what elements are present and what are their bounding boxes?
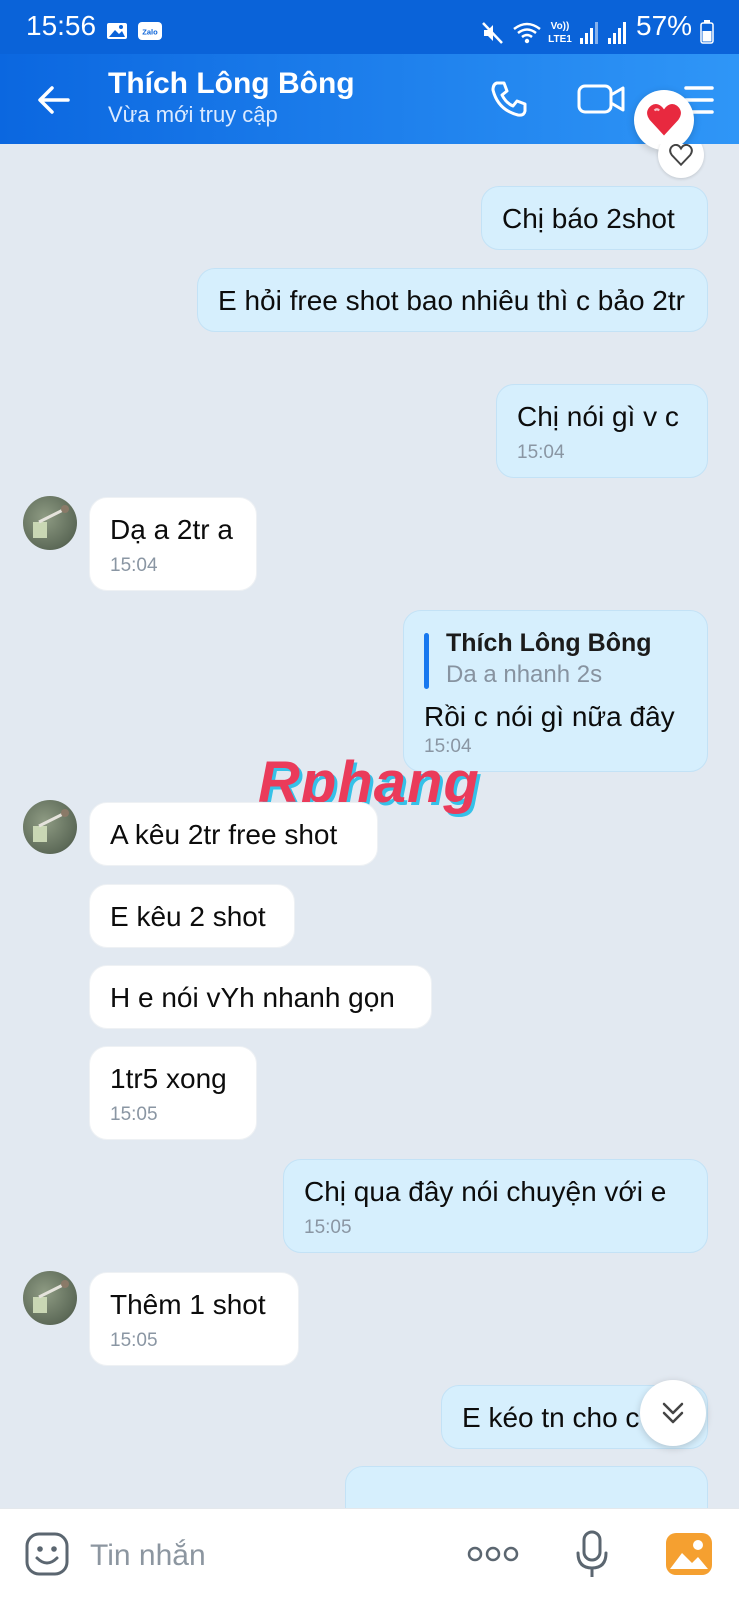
- contact-avatar[interactable]: [23, 496, 77, 550]
- message-bubble-incoming[interactable]: A kêu 2tr free shot: [89, 802, 378, 866]
- message-bubble-outgoing[interactable]: E hỏi free shot bao nhiêu thì c bảo 2tr: [197, 268, 708, 332]
- message-bubble-outgoing-reply[interactable]: Thích Lông Bông Da a nhanh 2s Rồi c nói …: [403, 610, 708, 772]
- svg-text:LTE1: LTE1: [548, 34, 572, 45]
- message-text: Rồi c nói gì nữa đây: [424, 701, 675, 732]
- message-bubble-incoming[interactable]: E kêu 2 shot: [89, 884, 295, 948]
- zalo-icon: Zalo: [138, 22, 162, 40]
- message-input-bar: [0, 1508, 739, 1601]
- reaction-button[interactable]: [658, 144, 704, 178]
- message-text: Chị nói gì v c: [517, 401, 679, 432]
- message-text: E kêu 2 shot: [110, 901, 266, 932]
- quote-text: Da a nhanh 2s: [446, 661, 603, 688]
- message-bubble-incoming[interactable]: Thêm 1 shot 15:05: [89, 1272, 299, 1366]
- message-bubble-outgoing[interactable]: [345, 1466, 708, 1508]
- battery-percent: 57%: [636, 10, 693, 41]
- message-bubble-incoming[interactable]: Dạ a 2tr a 15:04: [89, 497, 257, 591]
- status-bar: 15:56 Zalo Vo)) LTE1 57%: [0, 0, 739, 54]
- battery-icon: [700, 20, 714, 44]
- message-text: Chị qua đây nói chuyện với e: [304, 1176, 667, 1207]
- contact-name[interactable]: Thích Lông Bông: [108, 66, 355, 102]
- mute-icon: [482, 22, 503, 44]
- svg-text:Vo)): Vo)): [551, 21, 570, 32]
- message-text: E hỏi free shot bao nhiêu thì c bảo 2tr: [218, 285, 685, 316]
- avatar-image: [33, 1280, 69, 1313]
- status-time: 15:56: [26, 10, 97, 41]
- message-input[interactable]: [88, 1531, 422, 1581]
- contact-avatar[interactable]: [23, 800, 77, 854]
- svg-text:Zalo: Zalo: [142, 28, 158, 37]
- message-text: E kéo tn cho c: [462, 1402, 640, 1433]
- message-time: 15:04: [517, 442, 565, 463]
- contact-avatar[interactable]: [23, 1271, 77, 1325]
- message-bubble-incoming[interactable]: H e nói vYh nhanh gọn: [89, 965, 432, 1029]
- message-bubble-incoming[interactable]: 1tr5 xong 15:05: [89, 1046, 257, 1140]
- heart-react-button[interactable]: [634, 90, 694, 150]
- more-options-icon[interactable]: [466, 1543, 520, 1565]
- signal-icon: [580, 22, 598, 44]
- message-text: H e nói vYh nhanh gọn: [110, 982, 395, 1013]
- chat-header: Thích Lông Bông Vừa mới truy cập: [0, 54, 739, 144]
- message-text: Dạ a 2tr a: [110, 514, 233, 545]
- heart-icon: [647, 104, 681, 136]
- message-text: 1tr5 xong: [110, 1063, 227, 1094]
- microphone-icon[interactable]: [572, 1529, 612, 1581]
- video-call-icon[interactable]: [576, 78, 626, 120]
- contact-status: Vừa mới truy cập: [108, 102, 278, 127]
- emoji-icon[interactable]: [24, 1531, 70, 1577]
- heart-outline-icon: [669, 144, 693, 167]
- message-bubble-outgoing[interactable]: Chị qua đây nói chuyện với e 15:05: [283, 1159, 708, 1253]
- back-arrow-icon[interactable]: [34, 80, 74, 120]
- message-time: 15:05: [110, 1330, 158, 1351]
- message-time: 15:04: [110, 555, 158, 576]
- signal-icon: [608, 22, 626, 44]
- double-chevron-down-icon: [662, 1402, 684, 1424]
- quote-bar: [424, 633, 429, 689]
- avatar-image: [33, 809, 69, 842]
- avatar-image: [33, 505, 69, 538]
- message-text: Chị báo 2shot: [502, 203, 675, 234]
- message-time: 15:05: [304, 1217, 352, 1238]
- message-time: 15:05: [110, 1104, 158, 1125]
- quote-sender-name: Thích Lông Bông: [446, 629, 652, 657]
- photo-gallery-icon[interactable]: [664, 1531, 714, 1577]
- wifi-icon: [513, 22, 541, 44]
- phone-icon[interactable]: [488, 78, 530, 120]
- message-text: A kêu 2tr free shot: [110, 819, 338, 850]
- image-icon: [107, 23, 127, 39]
- scroll-to-bottom-button[interactable]: [640, 1380, 706, 1446]
- chat-message-list[interactable]: Chị báo 2shot E hỏi free shot bao nhiêu …: [0, 144, 739, 1508]
- volte-icon: Vo)) LTE1: [548, 21, 572, 45]
- message-text: Thêm 1 shot: [110, 1289, 266, 1320]
- message-bubble-outgoing[interactable]: Chị nói gì v c 15:04: [496, 384, 708, 478]
- message-bubble-outgoing[interactable]: Chị báo 2shot: [481, 186, 708, 250]
